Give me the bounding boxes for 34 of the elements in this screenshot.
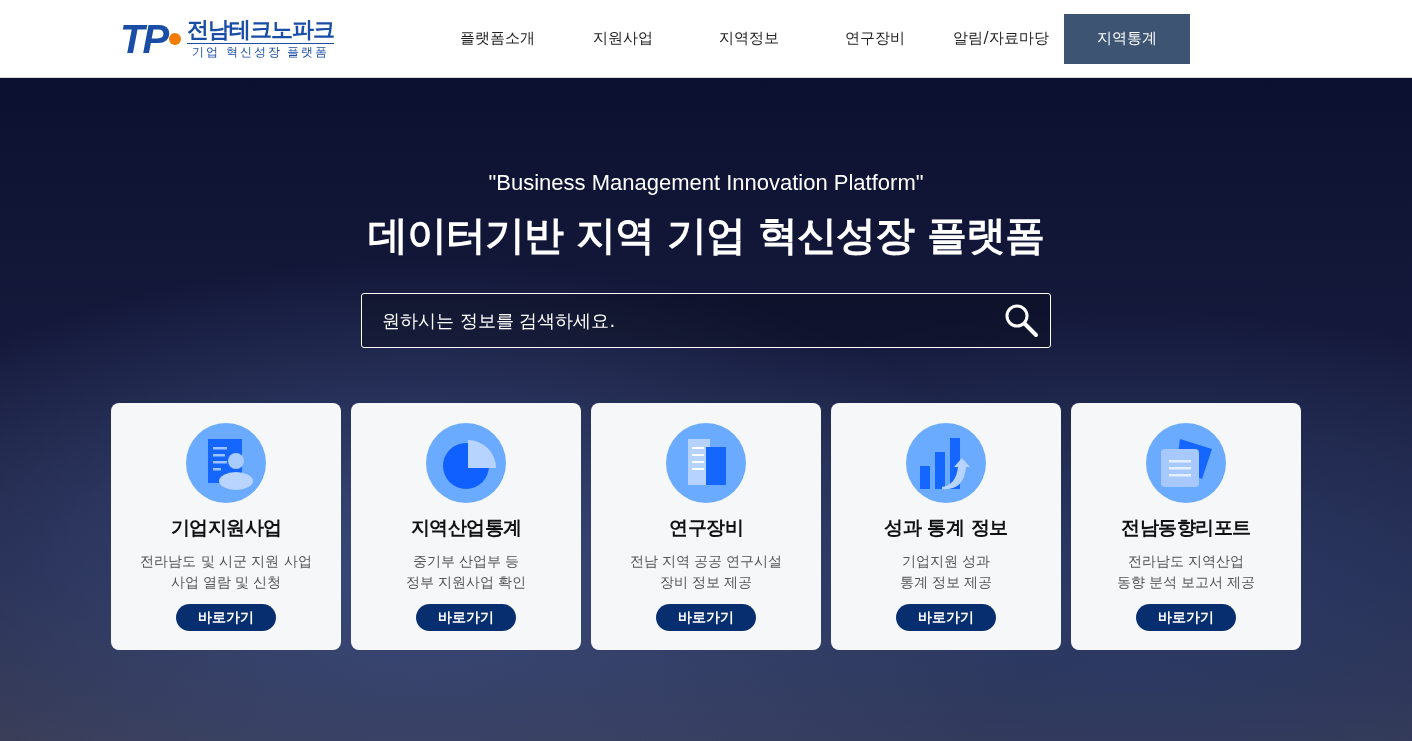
nav-tab[interactable]: 알림/자료마당: [938, 13, 1064, 64]
card-description: 전라남도 지역산업 동향 분석 보고서 제공: [1116, 552, 1256, 592]
nav-tab[interactable]: 지역통계: [1064, 13, 1190, 64]
document-person-icon: [186, 423, 266, 503]
go-button[interactable]: 바로가기: [416, 604, 516, 631]
card-title: 기업지원사업: [170, 515, 282, 540]
pie-chart-icon: [426, 423, 506, 503]
logo-dot-icon: [169, 32, 182, 45]
card-title: 성과 통계 정보: [884, 515, 1008, 540]
nav-tab[interactable]: 지역정보: [686, 13, 812, 64]
card-title: 전남동향리포트: [1121, 515, 1251, 540]
card-title: 연구장비: [669, 515, 743, 540]
logo-letters: TP: [120, 18, 168, 59]
nav-tab[interactable]: 연구장비: [812, 13, 938, 64]
go-button[interactable]: 바로가기: [896, 604, 996, 631]
hero-title: 데이터기반 지역 기업 혁신성장 플랫폼: [368, 211, 1044, 260]
search-icon[interactable]: [1003, 302, 1039, 338]
card-title: 지역산업통계: [410, 515, 522, 540]
go-button[interactable]: 바로가기: [1136, 604, 1236, 631]
card-description: 기업지원 성과 통계 정보 제공: [899, 552, 993, 592]
go-button[interactable]: 바로가기: [656, 604, 756, 631]
building-icon: [666, 423, 746, 503]
go-button[interactable]: 바로가기: [176, 604, 276, 631]
card-description: 중기부 산업부 등 정부 지원사업 확인: [405, 552, 527, 592]
hero-subtitle: "Business Management Innovation Platform": [488, 170, 924, 196]
nav-tab[interactable]: 지원사업: [560, 13, 686, 64]
search-field[interactable]: 원하시는 정보를 검색하세요.: [361, 293, 1051, 348]
logo-name: 전남테크노파크: [187, 16, 335, 44]
logo-tagline: 기업 혁신성장 플랫폼: [190, 43, 331, 61]
card-description: 전라남도 및 시군 지원 사업 사업 열람 및 신청: [140, 552, 312, 592]
bar-chart-icon: [906, 423, 986, 503]
nav-tab[interactable]: 플랫폼소개: [434, 13, 560, 64]
card-description: 전남 지역 공공 연구시설 장비 정보 제공: [629, 552, 783, 592]
document-icon: [1146, 423, 1226, 503]
